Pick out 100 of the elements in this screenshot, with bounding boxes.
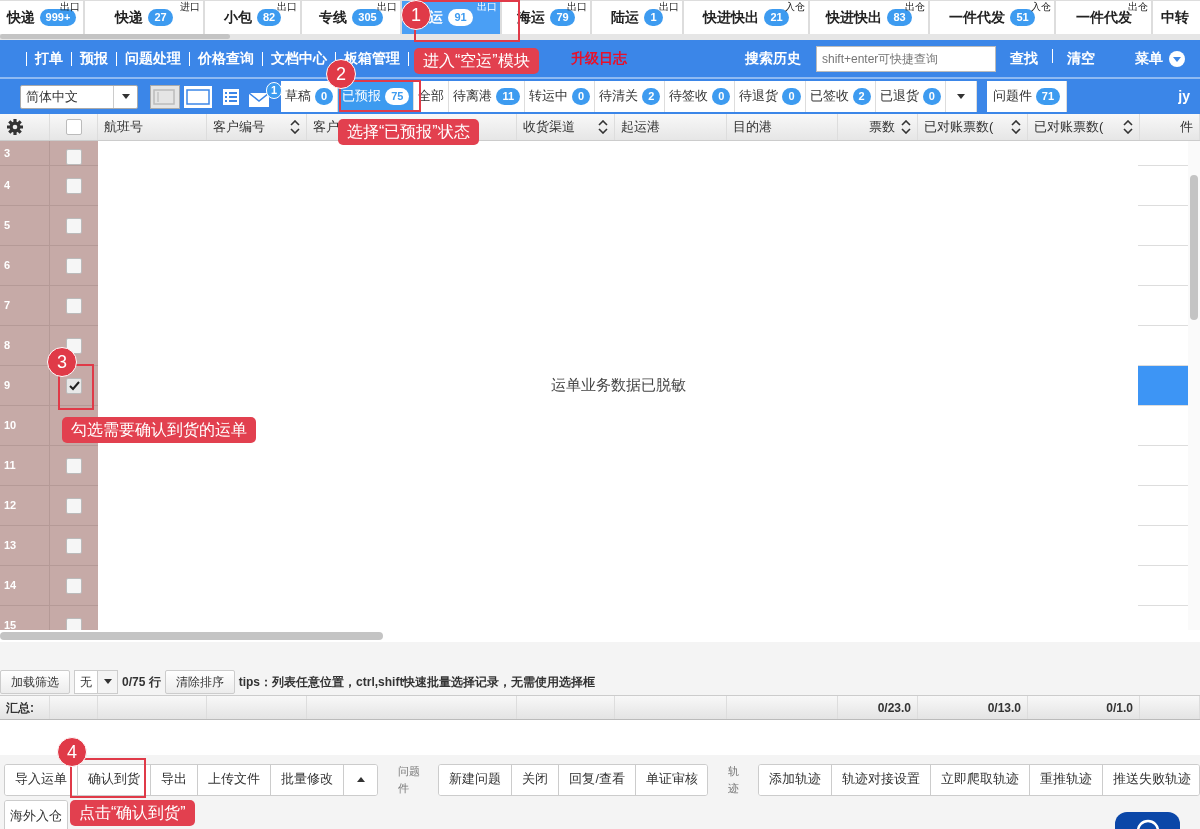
- callout-tooltip: 选择“已预报”状态: [338, 119, 479, 145]
- select-all-checkbox[interactable]: [65, 119, 82, 135]
- group-label: 问题件: [397, 764, 421, 796]
- tab-tag: 出口: [477, 1, 497, 13]
- row-checkbox[interactable]: [66, 257, 82, 274]
- check-icon: [68, 380, 80, 391]
- scrollbar-thumb[interactable]: [0, 34, 230, 39]
- scrollbar-thumb[interactable]: [0, 632, 383, 640]
- callout-tooltip: 进入“空运”模块: [414, 48, 539, 74]
- row-checkbox[interactable]: [66, 297, 82, 314]
- column-header[interactable]: 起运港: [621, 117, 660, 137]
- row-checkbox[interactable]: [66, 149, 82, 165]
- row-checkbox[interactable]: [66, 217, 82, 234]
- row-number: 10: [4, 418, 17, 434]
- column-header[interactable]: 已对账票数(: [924, 117, 994, 137]
- row-checkbox[interactable]: [66, 177, 82, 194]
- column-header[interactable]: 已对账票数(: [1034, 117, 1104, 137]
- count-badge: 2: [852, 88, 871, 105]
- clear-link[interactable]: 清空: [1067, 48, 1095, 69]
- nav-link[interactable]: 预报: [80, 48, 108, 69]
- column-header[interactable]: 件: [1180, 117, 1193, 137]
- row-number: 3: [4, 145, 11, 161]
- nav-link[interactable]: 文档中心: [271, 48, 327, 69]
- summary-label: 汇总:: [6, 699, 34, 717]
- callout-tooltip: 点击“确认到货”: [70, 800, 195, 826]
- action-button[interactable]: 添加轨迹: [758, 764, 832, 795]
- sort-icon[interactable]: [598, 120, 608, 134]
- mail-icon[interactable]: [249, 91, 269, 107]
- chat-button[interactable]: [1115, 812, 1180, 829]
- status-tab[interactable]: 草稿 0: [281, 81, 339, 112]
- group-label: 轨迹: [727, 764, 740, 796]
- row-checkbox[interactable]: [66, 537, 82, 554]
- row-number: 11: [4, 458, 16, 474]
- module-tab[interactable]: 快进快出 21 入仓: [684, 1, 808, 34]
- row-number: 8: [4, 338, 11, 354]
- row-number: 13: [4, 538, 17, 554]
- summary-value: 0/1.0: [1106, 699, 1133, 717]
- module-tab[interactable]: 陆运 1 出口: [592, 1, 682, 34]
- tips-text: tips：列表任意位置，ctrl,shift快速批量选择记录，无需使用选择框: [238, 673, 596, 691]
- row-checkbox[interactable]: [66, 337, 82, 354]
- tab-tag: 出仓: [1128, 1, 1148, 13]
- nav-link[interactable]: 搜索历史: [745, 48, 801, 69]
- count-badge: 71: [1035, 88, 1060, 105]
- load-filter-button[interactable]: 加载筛选: [0, 669, 70, 694]
- count-badge: 0: [782, 88, 801, 105]
- scrollbar-thumb[interactable]: [1190, 175, 1198, 320]
- count-badge: 11: [496, 88, 520, 105]
- module-tab[interactable]: 快进快出 83 出仓: [810, 1, 928, 34]
- menu-button[interactable]: 菜单: [1135, 48, 1185, 69]
- column-header[interactable]: 航班号: [104, 117, 143, 137]
- empty-message: 运单业务数据已脱敏: [550, 375, 686, 396]
- find-link[interactable]: 查找: [1010, 48, 1038, 69]
- module-tab[interactable]: 中转: [1153, 1, 1200, 34]
- list-icon[interactable]: [222, 87, 240, 106]
- row-number: 15: [4, 618, 17, 630]
- layout-button[interactable]: [183, 84, 213, 109]
- filter-select[interactable]: 无: [74, 669, 118, 694]
- module-tab[interactable]: 专线 305 出口: [302, 1, 400, 34]
- module-tab[interactable]: 快递 27 进口: [85, 1, 203, 34]
- row-number: 14: [4, 578, 17, 594]
- caret-icon: [102, 678, 113, 685]
- sort-icon[interactable]: [290, 120, 300, 134]
- settings-icon[interactable]: [6, 118, 24, 136]
- sort-icon[interactable]: [901, 120, 911, 134]
- row-checkbox[interactable]: [66, 377, 82, 394]
- split-layout-icon: [153, 88, 177, 105]
- row-checkbox[interactable]: [66, 497, 82, 514]
- layout-button[interactable]: [150, 84, 180, 109]
- column-header[interactable]: 目的港: [733, 117, 772, 137]
- row-number: 9: [4, 378, 11, 394]
- count-badge: 1: [266, 82, 283, 99]
- row-count: 0/75 行: [122, 673, 161, 691]
- summary-value: 0/23.0: [877, 699, 911, 717]
- action-button[interactable]: 导入运单: [5, 764, 78, 795]
- issues-tab[interactable]: 问题件 71: [986, 81, 1067, 112]
- count-badge: 0: [572, 88, 591, 105]
- module-tab[interactable]: 一件代发 出仓: [1056, 1, 1151, 34]
- module-tab[interactable]: 小包 82 出口: [205, 1, 300, 34]
- language-select[interactable]: 简体中文: [20, 84, 138, 109]
- user-name[interactable]: jy: [1178, 86, 1190, 107]
- row-checkbox[interactable]: [66, 457, 82, 474]
- column-header[interactable]: 票数: [869, 117, 895, 137]
- row-checkbox[interactable]: [66, 577, 82, 594]
- nav-link[interactable]: 问题处理: [125, 48, 181, 69]
- column-header[interactable]: 收货渠道: [523, 117, 575, 137]
- search-field[interactable]: shift+enter可快捷查询: [816, 45, 996, 72]
- row-number: 5: [4, 218, 11, 234]
- nav-link[interactable]: 打单: [35, 48, 63, 69]
- sort-icon[interactable]: [1123, 120, 1133, 134]
- row-checkbox[interactable]: [66, 617, 82, 630]
- module-tab[interactable]: 一件代发 51 入仓: [930, 1, 1054, 34]
- action-button[interactable]: 新建问题: [439, 764, 513, 795]
- column-header[interactable]: 客户: [313, 117, 339, 137]
- caret-icon: [120, 93, 131, 100]
- clear-sort-button[interactable]: 清除排序: [164, 669, 235, 694]
- column-header[interactable]: 客户编号: [213, 117, 265, 137]
- count-badge: 27: [148, 9, 173, 26]
- wide-layout-icon: [186, 88, 210, 105]
- sort-icon[interactable]: [1011, 120, 1021, 134]
- nav-link[interactable]: 价格查询: [198, 48, 254, 69]
